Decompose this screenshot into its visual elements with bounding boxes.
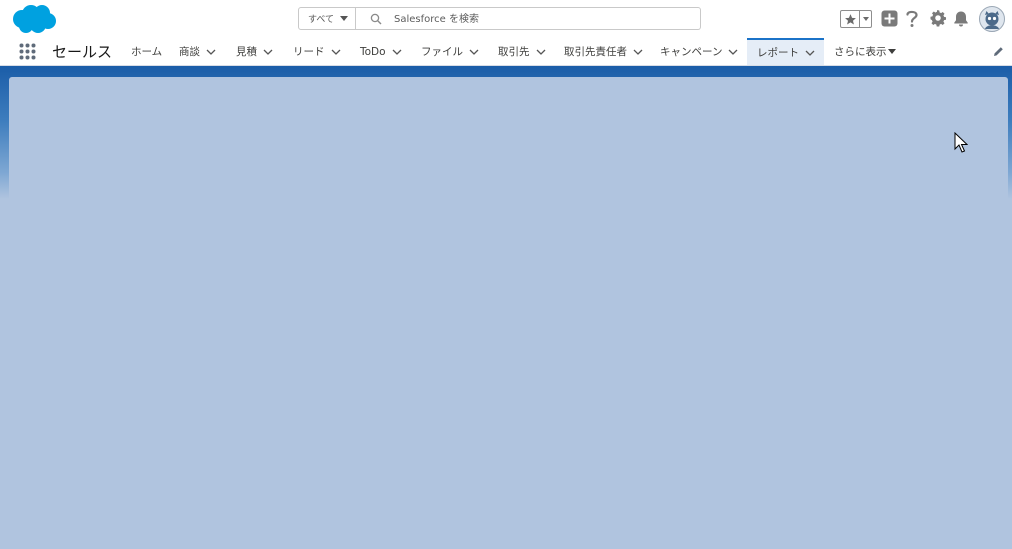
tab-home[interactable]: ホーム <box>131 38 162 65</box>
chevron-down-icon[interactable] <box>331 47 341 57</box>
tab-contacts[interactable]: 取引先責任者 <box>564 38 643 65</box>
tab-label: レポート <box>757 47 799 59</box>
search-icon <box>370 13 382 25</box>
chevron-down-icon[interactable] <box>728 47 738 57</box>
tab-label: リード <box>293 46 325 58</box>
chevron-down-icon[interactable] <box>469 47 479 57</box>
more-tabs-label: さらに表示 <box>834 46 887 58</box>
tab-quotes[interactable]: 見積 <box>236 38 273 65</box>
favorites-button[interactable] <box>840 10 872 28</box>
more-tabs-menu[interactable]: さらに表示 <box>834 38 896 65</box>
main-content-panel <box>9 77 1008 549</box>
app-launcher-icon[interactable] <box>19 43 36 60</box>
app-navigation-bar: セールス ホーム 商談 見積 リード ToDo ファイル 取引先 取引先責任者 … <box>0 38 1012 66</box>
add-icon[interactable] <box>881 10 898 27</box>
user-avatar[interactable] <box>979 6 1005 32</box>
tab-opportunities[interactable]: 商談 <box>179 38 216 65</box>
global-search-box[interactable] <box>356 7 701 30</box>
app-name: セールス <box>52 43 113 61</box>
salesforce-cloud-logo[interactable] <box>11 4 57 35</box>
search-input[interactable] <box>394 10 684 28</box>
tab-label: 商談 <box>179 46 200 58</box>
tab-label: 取引先 <box>498 46 530 58</box>
mouse-cursor <box>954 132 968 153</box>
favorites-list-dropdown[interactable] <box>860 11 871 27</box>
chevron-down-icon[interactable] <box>633 47 643 57</box>
caret-down-icon <box>340 16 348 21</box>
tab-leads[interactable]: リード <box>293 38 341 65</box>
tab-files[interactable]: ファイル <box>421 38 479 65</box>
global-header: すべて <box>0 0 1012 38</box>
tab-campaigns[interactable]: キャンペーン <box>660 38 738 65</box>
tab-reports[interactable]: レポート <box>747 38 824 65</box>
tab-label: 取引先責任者 <box>564 46 627 58</box>
help-icon[interactable] <box>905 9 919 28</box>
tab-label: ファイル <box>421 46 463 58</box>
chevron-down-icon[interactable] <box>206 47 216 57</box>
caret-down-icon <box>862 17 869 21</box>
chevron-down-icon[interactable] <box>536 47 546 57</box>
chevron-down-icon[interactable] <box>263 47 273 57</box>
favorites-star-icon[interactable] <box>841 11 860 27</box>
tab-label: キャンペーン <box>660 46 723 58</box>
tab-label: ToDo <box>360 45 386 58</box>
caret-down-icon <box>887 49 896 54</box>
tab-label: 見積 <box>236 46 257 58</box>
chevron-down-icon[interactable] <box>805 48 815 58</box>
edit-pencil-icon[interactable] <box>993 46 1004 57</box>
tab-todo[interactable]: ToDo <box>360 38 402 65</box>
tab-accounts[interactable]: 取引先 <box>498 38 546 65</box>
settings-gear-icon[interactable] <box>929 9 947 27</box>
notification-bell-icon[interactable] <box>953 10 969 27</box>
chevron-down-icon[interactable] <box>392 47 402 57</box>
search-scope-label: すべて <box>308 15 335 25</box>
tab-label: ホーム <box>131 46 163 58</box>
search-scope-dropdown[interactable]: すべて <box>298 7 356 30</box>
